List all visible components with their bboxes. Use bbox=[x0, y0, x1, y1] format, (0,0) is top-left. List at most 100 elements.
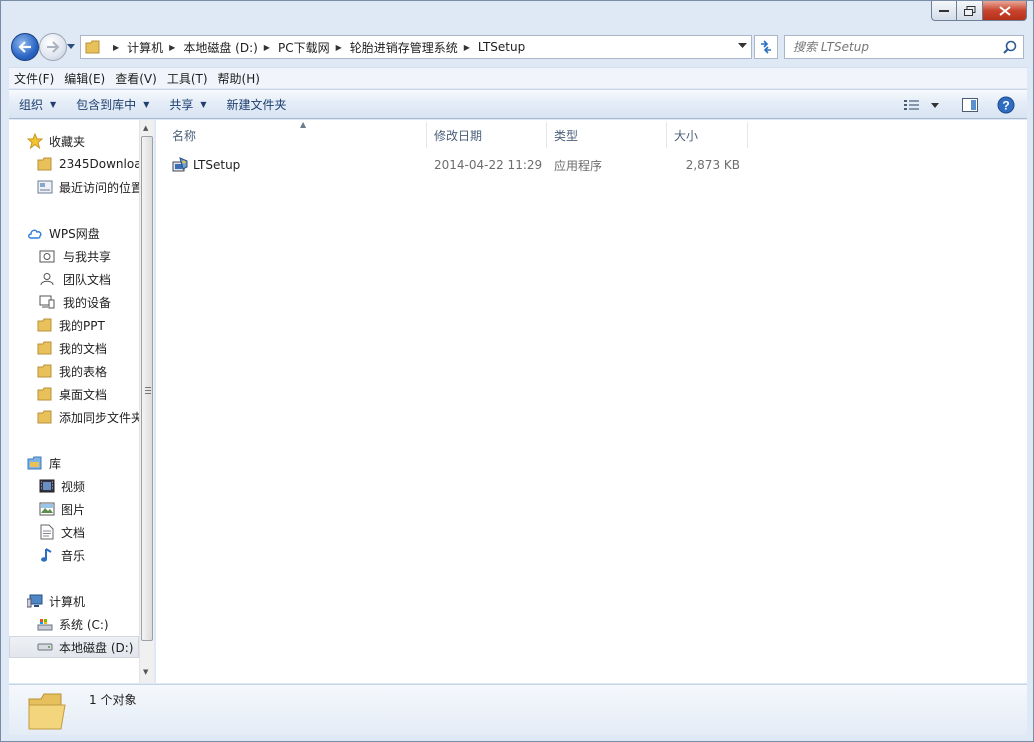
nav-item-my-devices[interactable]: 我的设备 bbox=[9, 291, 139, 313]
scroll-down-arrow-icon[interactable]: ▼ bbox=[143, 668, 148, 676]
help-button[interactable]: ? bbox=[991, 93, 1021, 117]
forward-button[interactable] bbox=[39, 33, 67, 61]
nav-item-label: 本地磁盘 (D:) bbox=[59, 640, 134, 655]
window-controls bbox=[931, 1, 1027, 21]
nav-item-label: 2345Downloads bbox=[59, 157, 139, 171]
share-button[interactable]: 共享 ▼ bbox=[159, 90, 216, 118]
recent-pages-chevron-icon[interactable] bbox=[67, 44, 75, 50]
help-icon: ? bbox=[997, 96, 1015, 114]
breadcrumb-tire-system[interactable]: 轮胎进销存管理系统 ▶ bbox=[350, 39, 478, 56]
new-folder-button[interactable]: 新建文件夹 bbox=[217, 90, 297, 118]
svg-text:?: ? bbox=[1002, 99, 1009, 113]
nav-item-label: 图片 bbox=[61, 502, 86, 517]
column-header-name[interactable]: ▲ 名称 bbox=[164, 120, 427, 148]
nav-item-drive-c[interactable]: 系统 (C:) bbox=[9, 613, 139, 635]
folder-icon bbox=[85, 40, 100, 54]
drive-icon bbox=[37, 639, 53, 655]
close-button[interactable] bbox=[983, 1, 1027, 21]
refresh-button[interactable] bbox=[754, 35, 778, 59]
nav-computer[interactable]: 计算机 bbox=[9, 590, 139, 612]
file-size: 2,873 KB bbox=[685, 158, 740, 172]
menu-tools[interactable]: 工具(T) bbox=[162, 70, 213, 87]
nav-item-label: 最近访问的位置 bbox=[59, 180, 139, 195]
nav-item-shared-with-me[interactable]: 与我共享 bbox=[9, 245, 139, 267]
nav-item-drive-d[interactable]: 本地磁盘 (D:) bbox=[9, 636, 139, 658]
breadcrumb-ltsetup[interactable]: LTSetup bbox=[478, 40, 525, 54]
nav-scrollbar[interactable]: ▲ ▼ bbox=[139, 120, 154, 683]
nav-item-recent-places[interactable]: 最近访问的位置 bbox=[9, 176, 139, 198]
search-icon[interactable] bbox=[1003, 40, 1017, 54]
include-library-button[interactable]: 包含到库中 ▼ bbox=[66, 90, 159, 118]
restore-icon bbox=[963, 5, 975, 16]
breadcrumb-drive-d[interactable]: 本地磁盘 (D:) ▶ bbox=[183, 39, 278, 56]
nav-libraries[interactable]: 库 bbox=[9, 452, 139, 474]
nav-favorites[interactable]: 收藏夹 bbox=[9, 130, 139, 152]
chevron-down-icon: ▼ bbox=[200, 99, 207, 109]
menu-help[interactable]: 帮助(H) bbox=[213, 70, 265, 87]
nav-wps-label: WPS网盘 bbox=[49, 226, 100, 241]
breadcrumb-separator[interactable]: ▶ bbox=[107, 43, 127, 52]
menu-edit[interactable]: 编辑(E) bbox=[59, 70, 110, 87]
minimize-button[interactable] bbox=[931, 1, 957, 21]
share-label: 共享 bbox=[169, 97, 194, 112]
address-history-chevron-icon[interactable] bbox=[738, 43, 747, 49]
folder-icon bbox=[27, 691, 67, 736]
preview-pane-icon bbox=[962, 98, 978, 112]
view-chevron-button[interactable] bbox=[927, 93, 943, 117]
maximize-button[interactable] bbox=[957, 1, 983, 21]
scroll-up-arrow-icon[interactable]: ▲ bbox=[143, 124, 148, 132]
recent-places-icon bbox=[37, 179, 53, 195]
scroll-thumb[interactable] bbox=[141, 136, 153, 641]
arrow-right-icon bbox=[47, 41, 60, 53]
item-count: 1 个对象 bbox=[89, 693, 137, 707]
chevron-down-icon bbox=[931, 102, 939, 108]
nav-item-my-ppt[interactable]: 我的PPT bbox=[9, 314, 139, 336]
file-row[interactable]: LTSetup 2014-04-22 11:29 应用程序 2,873 KB bbox=[156, 154, 756, 176]
column-header-type[interactable]: 类型 bbox=[546, 122, 667, 148]
menu-view[interactable]: 查看(V) bbox=[110, 70, 162, 87]
arrow-left-icon bbox=[18, 41, 31, 53]
menu-file[interactable]: 文件(F) bbox=[9, 70, 59, 87]
nav-item-2345downloads[interactable]: 2345Downloads bbox=[9, 153, 139, 175]
user-icon bbox=[39, 271, 55, 287]
chevron-down-icon: ▼ bbox=[50, 99, 57, 109]
nav-wps-cloud[interactable]: WPS网盘 bbox=[9, 222, 139, 244]
library-icon bbox=[27, 455, 43, 471]
column-header-size[interactable]: 大小 bbox=[666, 122, 748, 148]
back-button[interactable] bbox=[11, 33, 39, 61]
preview-pane-button[interactable] bbox=[955, 93, 985, 117]
nav-item-videos[interactable]: 视频 bbox=[9, 475, 139, 497]
nav-item-label: 桌面文档 bbox=[59, 387, 108, 402]
address-bar[interactable]: ▶ 计算机 ▶ 本地磁盘 (D:) ▶ PC下载网 ▶ 轮胎进销存管理系统 ▶ LTSe… bbox=[80, 35, 752, 59]
breadcrumb-pc-download[interactable]: PC下载网 ▶ bbox=[278, 39, 350, 56]
view-options-button[interactable] bbox=[897, 93, 927, 117]
command-bar: 组织 ▼ 包含到库中 ▼ 共享 ▼ 新建文件夹 ? bbox=[9, 89, 1027, 119]
navigation-tree: 收藏夹 2345Downloads 最近访问的位置 WPS网盘 与我共享 bbox=[9, 120, 139, 683]
nav-item-my-sheets[interactable]: 我的表格 bbox=[9, 360, 139, 382]
folder-icon bbox=[37, 340, 53, 356]
nav-item-label: 添加同步文件夹 bbox=[59, 410, 139, 425]
device-icon bbox=[39, 294, 55, 310]
nav-item-label: 视频 bbox=[61, 479, 86, 494]
command-bar-right: ? bbox=[897, 90, 1027, 120]
column-size-label: 大小 bbox=[674, 128, 699, 143]
column-header-date[interactable]: 修改日期 bbox=[426, 122, 547, 148]
nav-item-pictures[interactable]: 图片 bbox=[9, 498, 139, 520]
nav-item-music[interactable]: 音乐 bbox=[9, 544, 139, 566]
breadcrumb-computer[interactable]: 计算机 ▶ bbox=[127, 39, 183, 56]
nav-item-label: 与我共享 bbox=[63, 249, 112, 264]
nav-item-team-docs[interactable]: 团队文档 bbox=[9, 268, 139, 290]
navigation-pane: 收藏夹 2345Downloads 最近访问的位置 WPS网盘 与我共享 bbox=[9, 120, 154, 683]
computer-icon bbox=[27, 593, 43, 609]
search-input[interactable] bbox=[793, 40, 993, 54]
star-icon bbox=[27, 133, 43, 149]
organize-label: 组织 bbox=[19, 97, 44, 112]
search-box[interactable] bbox=[784, 35, 1024, 59]
nav-item-my-docs[interactable]: 我的文档 bbox=[9, 337, 139, 359]
nav-item-desktop-docs[interactable]: 桌面文档 bbox=[9, 383, 139, 405]
nav-item-add-sync-folder[interactable]: 添加同步文件夹 bbox=[9, 406, 139, 428]
nav-item-documents[interactable]: 文档 bbox=[9, 521, 139, 543]
menu-bar: 文件(F) 编辑(E) 查看(V) 工具(T) 帮助(H) bbox=[9, 67, 1027, 88]
column-type-label: 类型 bbox=[554, 128, 579, 143]
organize-button[interactable]: 组织 ▼ bbox=[9, 90, 66, 118]
